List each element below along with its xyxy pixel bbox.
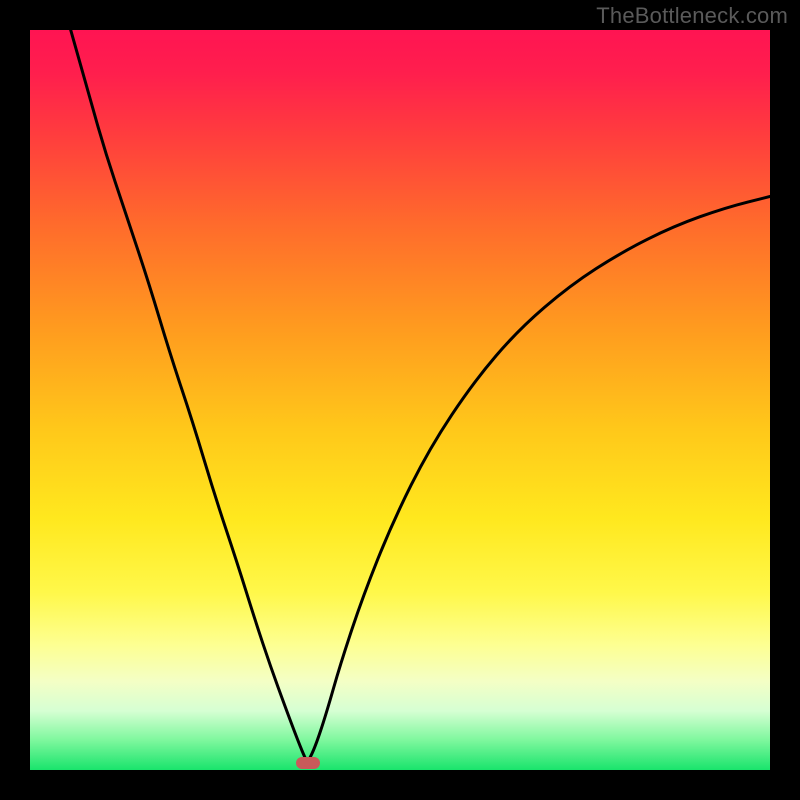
minimum-marker [296, 757, 320, 769]
curve-layer [30, 30, 770, 770]
watermark-text: TheBottleneck.com [596, 3, 788, 29]
plot-area [30, 30, 770, 770]
chart-container: TheBottleneck.com [0, 0, 800, 800]
bottleneck-curve [71, 30, 770, 763]
